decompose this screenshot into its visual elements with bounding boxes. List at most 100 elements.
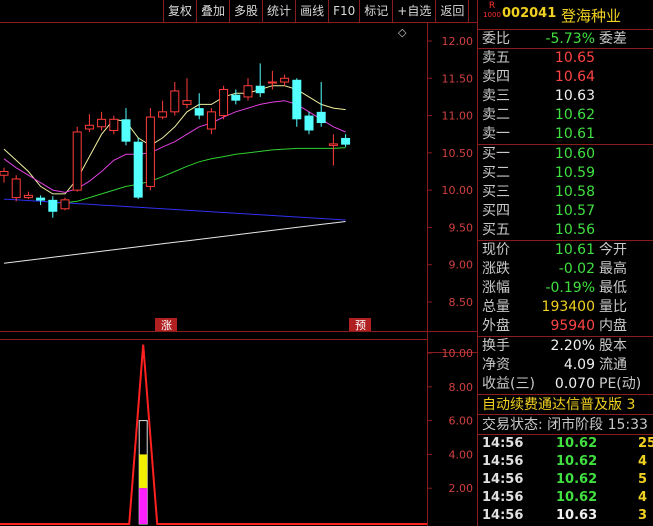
- buy-row-5[interactable]: 买五 10.56: [478, 221, 653, 240]
- quote-row-price: 现价 10.61 今开: [478, 241, 653, 260]
- candle: [304, 111, 314, 135]
- toolbar-restore-rights-button[interactable]: 复权: [163, 0, 198, 22]
- fund-row-eps: 收益(三) 0.070 PE(动): [478, 375, 653, 394]
- buy-price: 10.57: [554, 203, 595, 219]
- sell-row-1[interactable]: 卖一 10.61: [478, 125, 653, 144]
- tick-row: 14:56 10.62 4: [478, 453, 653, 471]
- candle: [60, 197, 70, 211]
- candlesticks: [0, 63, 351, 218]
- chart-diamond-icon[interactable]: ◇: [398, 26, 407, 39]
- fundamentals: 换手 2.20% 股本 净资 4.09 流通 收益(三) 0.070 PE(动): [478, 337, 653, 395]
- candle-body: [304, 115, 314, 131]
- candle: [292, 78, 302, 127]
- toolbar-overlay-button[interactable]: 叠加: [197, 0, 231, 22]
- order-ratio-value: -5.73%: [545, 31, 595, 47]
- toolbar-add-favorite-button[interactable]: +自选: [393, 0, 437, 22]
- kline-chart-svg[interactable]: ◇ 12.0011.5011.0010.5010.009.509.008.50 …: [0, 22, 477, 526]
- toolbar-multi-stock-button[interactable]: 多股: [230, 0, 264, 22]
- quote-stats: 现价 10.61 今开 涨跌 -0.02 最高 涨幅 -0.19% 最低 总量 193400 量…: [478, 241, 653, 337]
- trade-status: 交易状态: 闭市阶段 15:33: [478, 415, 653, 435]
- scrolling-notice[interactable]: 自动续费通达信普及版 3: [478, 395, 653, 415]
- candle: [23, 191, 33, 200]
- candle: [243, 78, 253, 101]
- quote-label: 涨幅: [482, 280, 510, 296]
- tick-row: 14:56 10.63 3: [478, 507, 653, 525]
- buy-label: 买三: [482, 184, 510, 200]
- tick-list: 14:56 10.62 25 14:56 10.62 4 14:56 10.62 5 14:…: [478, 435, 653, 525]
- buy-label: 买一: [482, 146, 510, 162]
- r-mark-sub: 1000: [483, 11, 501, 19]
- candle-body: [97, 118, 107, 128]
- buy-row-3[interactable]: 买三 10.58: [478, 183, 653, 202]
- candle: [36, 195, 46, 206]
- sell-price: 10.61: [554, 126, 595, 142]
- stock-code[interactable]: 002041: [502, 6, 556, 21]
- candle-body: [11, 178, 21, 199]
- sell-row-2[interactable]: 卖二 10.62: [478, 106, 653, 125]
- candle-body: [316, 111, 326, 124]
- sell-price: 10.62: [554, 107, 595, 123]
- toolbar-f10-button[interactable]: F10: [329, 0, 361, 22]
- sell-orders: 卖五 10.65 卖四 10.64 卖三 10.63 卖二 10.62 卖一 10.61: [478, 49, 653, 145]
- tick-row: 14:56 10.62 4: [478, 489, 653, 507]
- quote-label2: 量比: [599, 299, 627, 315]
- fund-row-turnover: 换手 2.20% 股本: [478, 337, 653, 356]
- r-mark-letter: R: [488, 1, 496, 11]
- tick-time: 14:56: [482, 490, 524, 505]
- toolbar-mark-button[interactable]: 标记: [360, 0, 394, 22]
- candle: [170, 82, 180, 116]
- candle-body: [255, 85, 265, 94]
- candle-body: [60, 199, 70, 210]
- quote-value: -0.19%: [545, 280, 595, 296]
- candle: [280, 74, 290, 86]
- candle: [341, 134, 351, 147]
- indicator-tick-label: 4.00: [449, 448, 474, 461]
- candle: [158, 100, 168, 120]
- quote-panel: R 1000 002041 登海种业 委比 -5.73% 委差 卖五 10.65 …: [477, 0, 653, 526]
- stock-name[interactable]: 登海种业: [561, 5, 621, 26]
- sell-label: 卖一: [482, 126, 510, 142]
- toolbar-statistics-button[interactable]: 统计: [263, 0, 297, 22]
- toolbar-back-button[interactable]: 返回: [436, 0, 470, 22]
- sell-label: 卖二: [482, 107, 510, 123]
- toolbar-draw-line-button[interactable]: 画线: [296, 0, 330, 22]
- buy-label: 买二: [482, 165, 510, 181]
- tick-price: 10.62: [556, 490, 598, 505]
- ma-line-4: [3, 221, 346, 264]
- candle-body: [36, 197, 46, 201]
- candle: [48, 196, 58, 218]
- kline-chart[interactable]: ◇ 12.00 11.50 11.00 10.50 10.00 9.50 9.00 8.50 …: [0, 22, 477, 526]
- tick-price: 10.62: [556, 454, 598, 469]
- tick-volume: 3: [638, 508, 648, 523]
- candle-body: [133, 141, 143, 198]
- candle-body: [219, 88, 229, 117]
- indicator-bar-magenta: [139, 488, 148, 524]
- sell-row-3[interactable]: 卖三 10.63: [478, 87, 653, 106]
- price-tick-label: 8.50: [449, 296, 474, 309]
- price-tick-label: 11.50: [442, 72, 474, 85]
- tick-time: 14:56: [482, 472, 524, 487]
- fund-value: 4.09: [563, 357, 595, 373]
- price-tick-label: 9.00: [449, 259, 474, 272]
- sell-price: 10.65: [554, 50, 595, 66]
- candle: [182, 78, 192, 109]
- fund-value: 2.20%: [550, 338, 595, 354]
- buy-row-1[interactable]: 买一 10.60: [478, 145, 653, 164]
- indicator-tick-label: 10.00: [442, 347, 474, 360]
- sell-row-4[interactable]: 卖四 10.64: [478, 68, 653, 87]
- indicator-panel: [0, 344, 427, 525]
- buy-row-2[interactable]: 买二 10.59: [478, 164, 653, 183]
- quote-row-pct: 涨幅 -0.19% 最低: [478, 279, 653, 298]
- fund-value: 0.070: [554, 376, 595, 392]
- indicator-bar-yellow: [139, 454, 148, 489]
- tick-price: 10.62: [556, 472, 598, 487]
- buy-row-4[interactable]: 买四 10.57: [478, 202, 653, 221]
- sell-row-5[interactable]: 卖五 10.65: [478, 49, 653, 68]
- candle-body: [328, 143, 338, 146]
- candle-body: [341, 137, 351, 145]
- fund-label2: 股本: [599, 338, 627, 354]
- candle: [121, 108, 131, 146]
- indicator-tick-label: 8.00: [449, 381, 474, 394]
- sell-label: 卖五: [482, 50, 510, 66]
- quote-row-volume: 总量 193400 量比: [478, 298, 653, 317]
